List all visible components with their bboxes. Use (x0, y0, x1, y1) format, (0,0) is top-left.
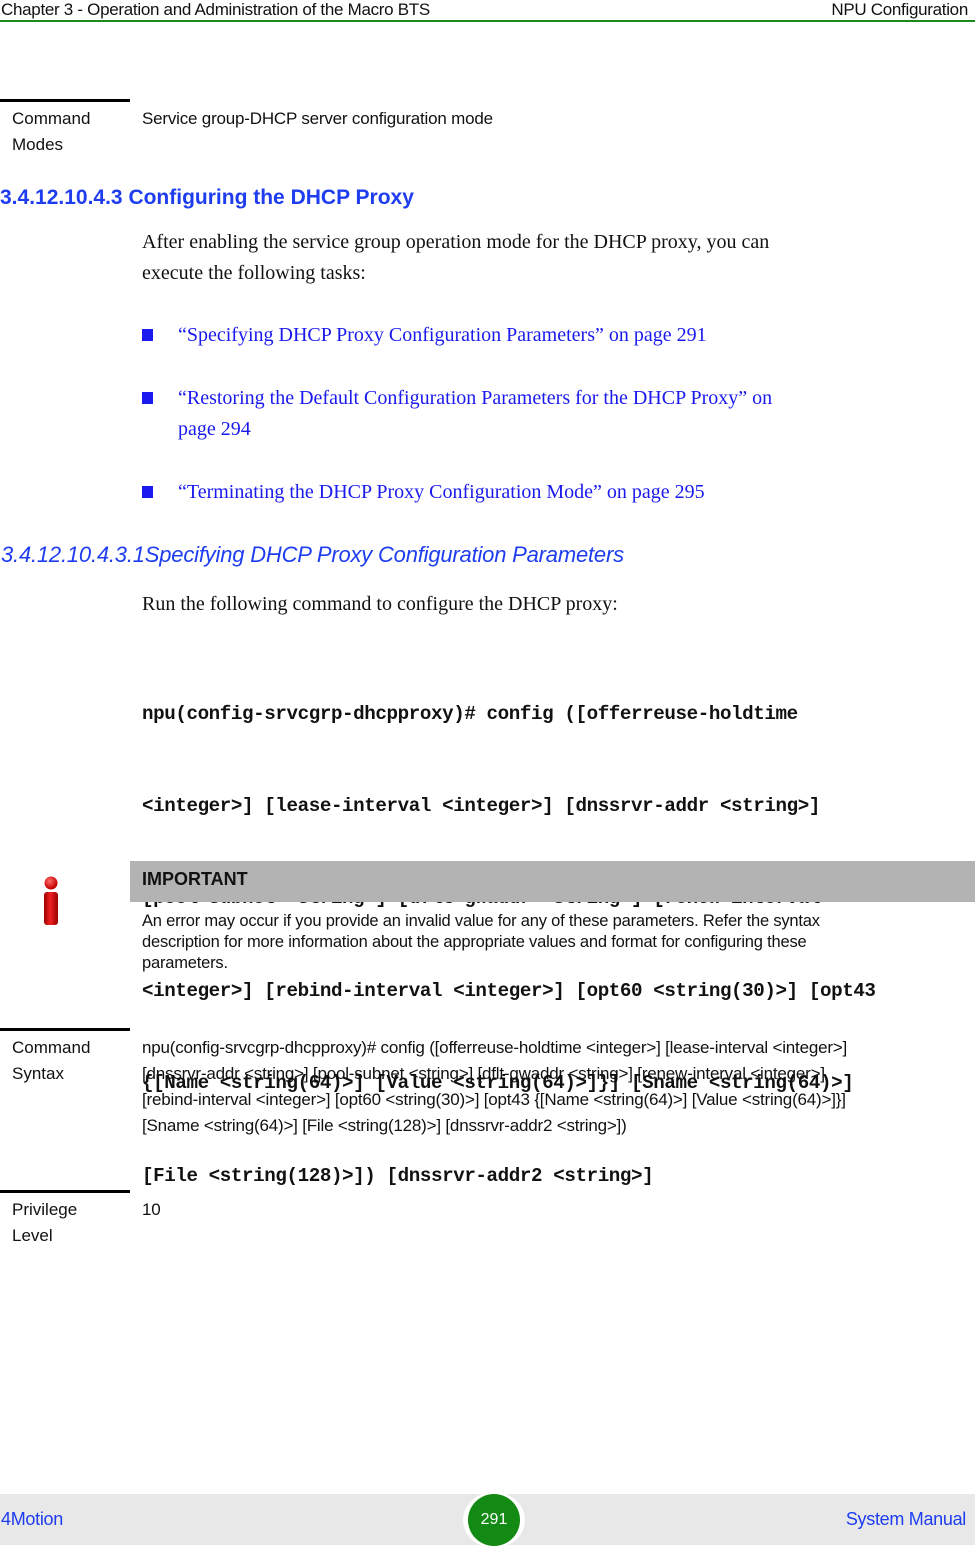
footer-product-name: 4Motion (1, 1509, 63, 1529)
command-syntax-label-line1: Command (12, 1038, 91, 1057)
section-intro: After enabling the service group operati… (142, 227, 942, 289)
task-link-text[interactable]: “Restoring the Default Configuration Par… (142, 383, 942, 414)
info-icon (40, 876, 62, 926)
task-link-terminating[interactable]: “Terminating the DHCP Proxy Configuratio… (142, 477, 942, 508)
task-link-text[interactable]: “Terminating the DHCP Proxy Configuratio… (142, 477, 942, 508)
subsection-intro: Run the following command to configure t… (142, 593, 618, 615)
task-link-text[interactable]: “Specifying DHCP Proxy Configuration Par… (142, 320, 942, 351)
privilege-level-label-line2: Level (12, 1226, 53, 1245)
important-text-line: parameters. (142, 954, 228, 972)
task-link-text-cont[interactable]: page 294 (142, 414, 942, 445)
header-chapter-title: Chapter 3 - Operation and Administration… (1, 0, 430, 19)
header-section-title: NPU Configuration (831, 0, 968, 19)
task-link-restoring[interactable]: “Restoring the Default Configuration Par… (142, 383, 942, 445)
bullet-square-icon (142, 486, 153, 498)
privilege-level-label: Privilege Level (12, 1197, 132, 1249)
privilege-level-label-line1: Privilege (12, 1200, 78, 1219)
footer-manual-name: System Manual (845, 1509, 966, 1529)
command-syntax-label-line2: Syntax (12, 1064, 64, 1083)
important-text: An error may occur if you provide an inv… (142, 911, 962, 974)
section-heading: 3.4.12.10.4.3 Configuring the DHCP Proxy (0, 186, 414, 209)
command-syntax-label: Command Syntax (12, 1035, 132, 1087)
code-line: <integer>] [lease-interval <integer>] [d… (142, 794, 820, 817)
section-intro-line1: After enabling the service group operati… (142, 231, 770, 253)
subsection-heading: 3.4.12.10.4.3.1Specifying DHCP Proxy Con… (1, 542, 624, 567)
section-intro-line2: execute the following tasks: (142, 262, 366, 284)
command-modes-label-line1: Command (12, 109, 91, 128)
command-modes-label-line2: Modes (12, 135, 64, 154)
important-header-bar (130, 861, 975, 902)
syntax-line: [rebind-interval <integer>] [opt60 <stri… (142, 1090, 846, 1109)
privilege-level-value: 10 (142, 1200, 161, 1219)
command-syntax-value: npu(config-srvcgrp-dhcpproxy)# config ([… (142, 1035, 972, 1139)
task-link-specifying[interactable]: “Specifying DHCP Proxy Configuration Par… (142, 320, 942, 351)
important-text-line: An error may occur if you provide an inv… (142, 912, 820, 930)
command-modes-rule (0, 99, 130, 102)
command-modes-label: Command Modes (12, 106, 132, 158)
syntax-line: npu(config-srvcgrp-dhcpproxy)# config ([… (142, 1038, 848, 1057)
bullet-square-icon (142, 329, 153, 341)
important-title: IMPORTANT (142, 869, 248, 889)
bullet-square-icon (142, 392, 153, 404)
important-text-line: description for more information about t… (142, 933, 807, 951)
syntax-line: [dnssrvr-addr <string>] [pool-subnet <st… (142, 1064, 825, 1083)
syntax-line: [Sname <string(64)>] [File <string(128)>… (142, 1116, 627, 1135)
page-number-badge: 291 (468, 1494, 520, 1546)
header-divider (0, 20, 975, 22)
code-line: <integer>] [rebind-interval <integer>] [… (142, 979, 876, 1002)
command-syntax-rule (0, 1028, 130, 1031)
code-line: npu(config-srvcgrp-dhcpproxy)# config ([… (142, 702, 798, 725)
privilege-level-rule (0, 1190, 130, 1193)
command-modes-value: Service group-DHCP server configuration … (142, 109, 493, 128)
code-line: [File <string(128)>]) [dnssrvr-addr2 <st… (142, 1164, 654, 1187)
